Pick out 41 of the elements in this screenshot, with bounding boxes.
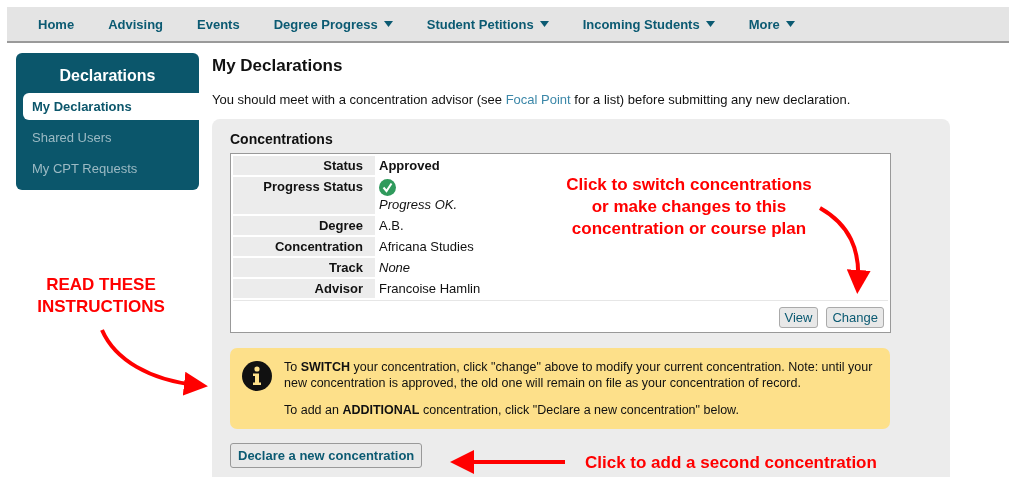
row-value: Approved bbox=[379, 158, 440, 173]
panel-button[interactable]: View bbox=[778, 307, 819, 328]
focal-point-link[interactable]: Focal Point bbox=[505, 92, 571, 107]
nav-item[interactable]: More bbox=[748, 16, 795, 32]
nav-item[interactable]: Degree Progress bbox=[273, 16, 393, 32]
nav-item[interactable]: Advising bbox=[108, 16, 164, 32]
sidebar-item[interactable]: My Declarations bbox=[23, 93, 199, 120]
caret-icon bbox=[539, 21, 549, 27]
nav-item[interactable]: Events bbox=[197, 16, 240, 32]
row-value: Africana Studies bbox=[379, 239, 474, 254]
sidebar-item[interactable]: My CPT Requests bbox=[23, 155, 199, 182]
sidebar-item[interactable]: Shared Users bbox=[23, 124, 199, 151]
nav-item[interactable]: Home bbox=[38, 16, 75, 32]
notice-text: To SWITCH your concentration, click "change" above to modify your current concentration. Note: until your new concentration is approved, the old one will remain on file as your concentration of record. bbox=[284, 359, 874, 391]
row-value: Progress OK. bbox=[379, 197, 458, 212]
row-label: Progress Status bbox=[233, 177, 375, 214]
row-label: Track bbox=[233, 258, 375, 277]
page-title: My Declarations bbox=[212, 56, 344, 76]
row-label: Degree bbox=[233, 216, 375, 235]
caret-icon bbox=[383, 21, 393, 27]
panel-title: Concentrations bbox=[230, 131, 334, 147]
caret-icon bbox=[785, 21, 795, 27]
panel-button[interactable]: Change bbox=[826, 307, 884, 328]
info-icon bbox=[242, 361, 272, 391]
row-value: A.B. bbox=[379, 218, 404, 233]
notice-text: To add an ADDITIONAL concentration, click "Declare a new concentration" below. bbox=[284, 402, 740, 418]
row-label: Advisor bbox=[233, 279, 375, 298]
nav-item[interactable]: Incoming Students bbox=[582, 16, 715, 32]
row-label: Concentration bbox=[233, 237, 375, 256]
annotation-text: READ THESE INSTRUCTIONS bbox=[36, 274, 166, 318]
caret-icon bbox=[705, 21, 715, 27]
annotation-text: Click to add a second concentration bbox=[585, 452, 877, 474]
nav-item[interactable]: Student Petitions bbox=[426, 16, 549, 32]
sidebar-title: Declarations bbox=[58, 67, 157, 85]
check-icon bbox=[379, 179, 396, 196]
declare-button[interactable]: Declare a new concentration bbox=[230, 443, 423, 468]
intro-text: You should meet with a concentration advisor (see Focal Point for a list) before submitting any new declaration. bbox=[212, 92, 852, 107]
row-label: Status bbox=[233, 156, 375, 175]
row-value: Francoise Hamlin bbox=[379, 281, 481, 296]
row-value: None bbox=[379, 260, 411, 275]
annotation-text: Click to switch concentrations or make changes to this concentration or course plan bbox=[565, 174, 813, 240]
